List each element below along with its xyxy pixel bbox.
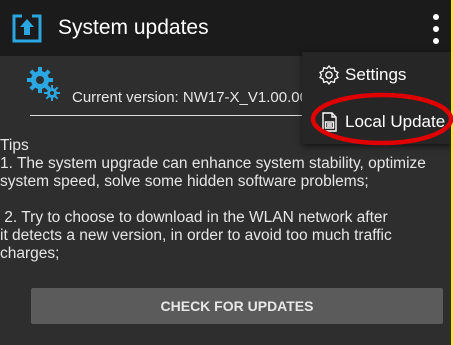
menu-item-label: Settings [345,65,407,84]
upload-icon [12,14,42,43]
menu-item-local-update[interactable]: Local Update [302,100,451,144]
tips-line: it detects a new version, in order to av… [0,227,392,244]
tips-line: system speed, solve some hidden software… [0,173,369,190]
menu-item-settings[interactable]: Settings [302,53,451,97]
tips-line [0,191,450,209]
menu-item-label: Local Update [345,112,446,131]
overflow-menu: Settings Local Update [302,52,451,144]
gears-icon [27,67,60,101]
page-title: System updates [58,16,209,39]
current-version-text: Current version: NW17-X_V1.00.00 [72,89,308,106]
tips-line: charges; [0,245,60,262]
tips-line: 1. The system upgrade can enhance system… [0,155,426,172]
settings-gear-icon [319,64,339,86]
tips-line: 2. Try to choose to download in the WLAN… [0,209,388,226]
tips-text: Tips 1. The system upgrade can enhance s… [0,137,450,273]
check-for-updates-button[interactable]: CHECK FOR UPDATES [31,288,443,324]
app-bar: System updates [0,0,451,56]
more-vert-icon[interactable] [426,14,446,44]
system-updates-screen: System updates Current version: NW17-X_V… [0,0,451,345]
local-file-icon [322,112,337,132]
